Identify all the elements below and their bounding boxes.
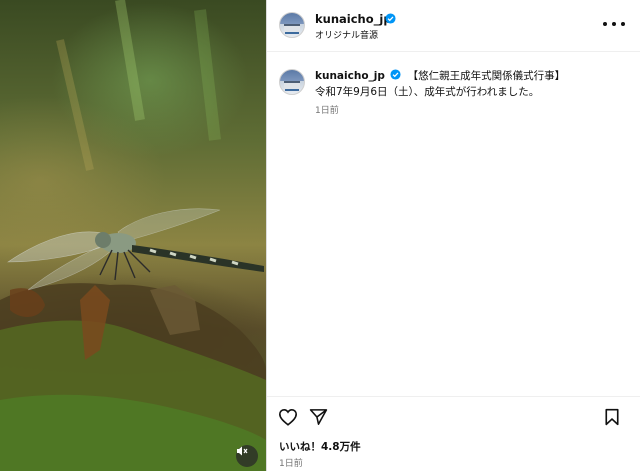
caption-avatar[interactable]: [279, 69, 305, 95]
avatar[interactable]: [279, 12, 305, 38]
verified-badge-icon: [385, 13, 396, 24]
post-actions: いいね！4.8万件 1日前: [267, 396, 640, 471]
caption-username[interactable]: kunaicho_jp: [315, 70, 385, 82]
header-username[interactable]: kunaicho_jp: [315, 12, 392, 26]
audio-label[interactable]: オリジナル音源: [315, 28, 378, 41]
post-header: kunaicho_jp オリジナル音源: [267, 0, 640, 52]
more-options-button[interactable]: [603, 16, 625, 32]
caption-title: 【悠仁親王成年式関係儀式行事】: [407, 70, 566, 82]
share-button[interactable]: [309, 408, 328, 430]
more-options-icon: [603, 22, 607, 26]
post-details-panel: kunaicho_jp オリジナル音源 kunaicho_jp 【悠仁親王成年式…: [266, 0, 640, 471]
dragonfly-photo: [0, 0, 266, 471]
verified-badge-icon: [390, 69, 401, 80]
post-timestamp[interactable]: 1日前: [279, 456, 303, 469]
share-icon: [309, 409, 328, 425]
save-button[interactable]: [604, 408, 620, 430]
caption: kunaicho_jp 【悠仁親王成年式関係儀式行事】 令和7年9月6日（土）、…: [315, 68, 630, 100]
like-button[interactable]: [278, 408, 298, 430]
like-count[interactable]: いいね！4.8万件: [279, 439, 361, 454]
caption-timestamp: 1日前: [315, 106, 339, 116]
bookmark-icon: [605, 408, 619, 426]
post-media[interactable]: [0, 0, 266, 471]
post-viewer: kunaicho_jp オリジナル音源 kunaicho_jp 【悠仁親王成年式…: [0, 0, 640, 471]
mute-button[interactable]: [236, 445, 258, 467]
caption-body: 令和7年9月6日（土）、成年式が行われました。: [315, 86, 540, 98]
heart-icon: [278, 408, 298, 426]
speaker-muted-icon: [237, 446, 248, 456]
